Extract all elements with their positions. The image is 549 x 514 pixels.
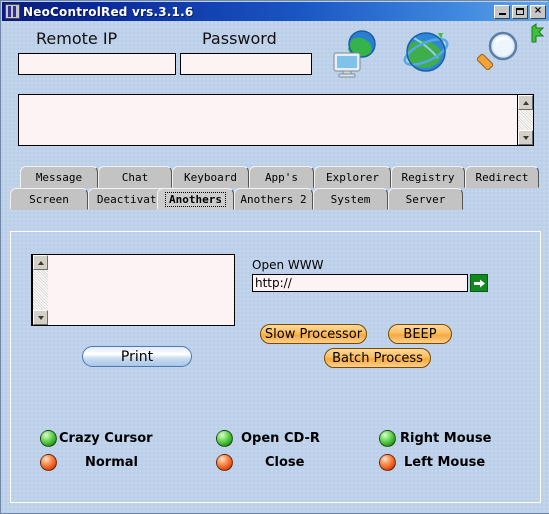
tab-registry[interactable]: Registry (391, 166, 465, 188)
open-www-go-button[interactable] (470, 274, 488, 292)
tab-label: Anothers 2 (240, 192, 307, 206)
crazy-cursor-on-row: Crazy Cursor (40, 430, 153, 447)
left-mouse-row: Left Mouse (379, 454, 485, 471)
crazy-cursor-off-led[interactable] (40, 454, 57, 471)
chevron-down-icon (522, 135, 529, 140)
tab-chat[interactable]: Chat (98, 166, 172, 188)
client-area: Remote IP Password Message Chat Keyboard… (2, 21, 549, 513)
tab-label: Keyboard (184, 170, 237, 184)
open-cdr-off-led[interactable] (216, 454, 233, 471)
right-mouse-led[interactable] (379, 430, 396, 447)
app-icon (5, 4, 20, 19)
tab-label: Server (405, 192, 446, 206)
right-mouse-label: Right Mouse (400, 431, 492, 446)
list-scroll-track[interactable] (33, 270, 48, 310)
log-scroll-track[interactable] (518, 110, 533, 130)
tab-anothers[interactable]: Anothers (157, 188, 234, 210)
tab-apps[interactable]: App's (249, 166, 314, 188)
tab-label: Redirect (475, 170, 529, 184)
log-text (19, 95, 517, 145)
title-bar: NeoControlRed vrs.3.1.6 × (2, 2, 549, 21)
open-cdr-off-label: Close (265, 455, 305, 470)
batch-process-button[interactable]: Batch Process (324, 348, 431, 368)
arrow-right-icon (473, 279, 485, 287)
window-controls: × (494, 4, 549, 19)
crazy-cursor-off-row: Normal (40, 454, 138, 471)
log-output[interactable] (18, 94, 534, 146)
minimize-icon (498, 13, 506, 15)
tab-label: Message (35, 170, 83, 184)
chevron-down-icon (37, 315, 44, 320)
right-mouse-row: Right Mouse (379, 430, 491, 447)
open-cdr-on-label: Open CD-R (241, 431, 320, 446)
remote-ip-input[interactable] (18, 53, 176, 75)
tab-row-secondary: Screen Deactivate Anothers Anothers 2 Sy… (2, 188, 549, 210)
maximize-icon (516, 8, 524, 15)
tab-label: Deactivate (96, 192, 164, 206)
tab-explorer[interactable]: Explorer (314, 166, 391, 188)
tab-redirect[interactable]: Redirect (465, 166, 539, 188)
close-button[interactable]: × (530, 4, 546, 19)
print-button[interactable]: Print (82, 346, 192, 367)
application-window: NeoControlRed vrs.3.1.6 × Remote IP Pass… (0, 0, 549, 514)
tab-server[interactable]: Server (388, 188, 463, 210)
left-mouse-led[interactable] (379, 454, 396, 471)
list-scroll-up-button[interactable] (33, 255, 48, 270)
open-cdr-on-led[interactable] (216, 430, 233, 447)
tab-screen[interactable]: Screen (10, 188, 88, 210)
tab-keyboard[interactable]: Keyboard (172, 166, 249, 188)
maximize-button[interactable] (512, 4, 528, 19)
open-cdr-on-row: Open CD-R (216, 430, 320, 447)
crazy-cursor-on-label: Crazy Cursor (59, 431, 153, 446)
password-input[interactable] (180, 53, 312, 75)
remote-ip-label: Remote IP (36, 29, 118, 48)
log-scroll-up-button[interactable] (518, 95, 533, 110)
output-list-scrollbar[interactable] (32, 255, 48, 325)
open-cdr-off-row: Close (216, 454, 304, 471)
magnifier-icon[interactable] (472, 28, 522, 78)
output-list[interactable] (31, 254, 235, 326)
close-icon: × (533, 5, 543, 16)
list-scroll-down-button[interactable] (33, 310, 48, 325)
tab-label: Chat (121, 170, 149, 184)
crazy-cursor-on-led[interactable] (40, 430, 57, 447)
tab-row-primary: Message Chat Keyboard App's Explorer Reg… (2, 166, 549, 188)
password-label: Password (202, 29, 277, 48)
left-mouse-label: Left Mouse (404, 455, 486, 470)
tab-label: Explorer (326, 170, 379, 184)
beep-button[interactable]: BEEP (388, 324, 452, 344)
log-scrollbar[interactable] (517, 95, 533, 145)
tab-message[interactable]: Message (20, 166, 98, 188)
tab-system[interactable]: System (313, 188, 388, 210)
tab-label: Registry (401, 170, 455, 184)
tab-label: Screen (29, 192, 69, 206)
open-www-input[interactable] (252, 274, 468, 292)
globe-icon[interactable] (400, 26, 452, 78)
chevron-up-icon (522, 100, 529, 105)
window-title: NeoControlRed vrs.3.1.6 (23, 4, 194, 19)
tab-label: App's (264, 170, 299, 184)
crazy-cursor-off-label: Normal (85, 455, 138, 470)
open-www-label: Open WWW (252, 258, 324, 272)
tab-label: System (330, 192, 371, 206)
network-connect-icon[interactable] (328, 27, 380, 79)
tab-anothers-2[interactable]: Anothers 2 (234, 188, 313, 210)
log-scroll-down-button[interactable] (518, 130, 533, 145)
minimize-button[interactable] (494, 4, 510, 19)
slow-processor-button[interactable]: Slow Processor (260, 324, 367, 344)
chevron-up-icon (37, 260, 44, 265)
tab-label: Anothers (165, 191, 226, 207)
green-flag-icon (531, 23, 545, 43)
